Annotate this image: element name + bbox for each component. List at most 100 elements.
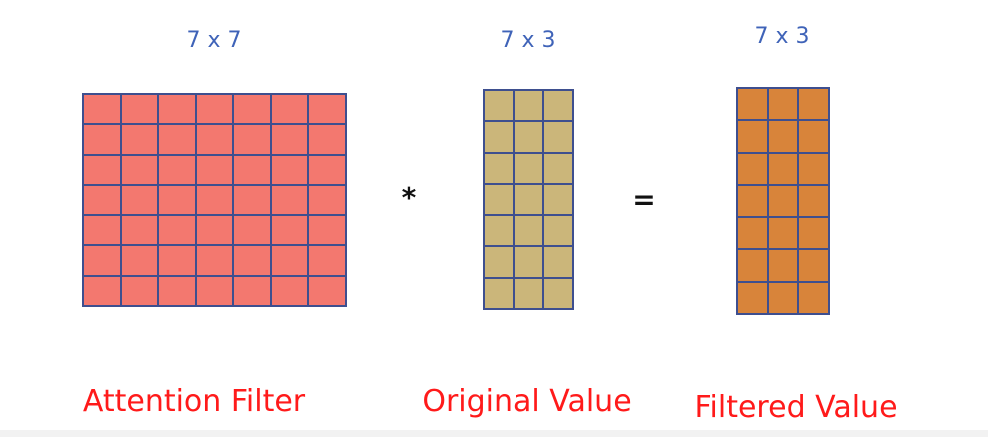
multiply-operator: * — [401, 181, 417, 214]
attention-filter-cell — [121, 216, 158, 245]
attention-filter-cell — [234, 185, 270, 215]
attention-filter-cell — [196, 276, 233, 305]
attention-filter-cell — [159, 95, 195, 124]
attention-filter-cell — [121, 246, 158, 275]
original-value-cell — [514, 216, 543, 246]
attention-filter-cell — [84, 276, 120, 305]
original-value-cell — [485, 184, 513, 215]
attention-filter-cell — [234, 95, 270, 124]
filtered-value-cell — [799, 218, 828, 249]
attention-filter-cell — [159, 276, 195, 305]
filtered-value-cell — [768, 89, 798, 120]
filtered-value-dimension-label: 7 x 3 — [754, 24, 810, 49]
original-value-caption: Original Value — [422, 384, 632, 419]
attention-filter-cell — [84, 125, 120, 154]
bottom-strip — [0, 430, 988, 437]
attention-filter-cell — [159, 125, 195, 154]
attention-filter-cell — [271, 216, 308, 245]
original-value-cell — [544, 216, 572, 246]
original-value-cell — [544, 91, 572, 121]
original-value-dimension-label: 7 x 3 — [500, 28, 556, 53]
original-value-cell — [485, 122, 513, 152]
filtered-value-cell — [738, 153, 767, 184]
original-value-cell — [485, 278, 513, 308]
original-value-cell — [514, 91, 543, 121]
attention-filter-cell — [84, 216, 120, 245]
attention-filter-cell — [121, 95, 158, 124]
original-value-cell — [544, 122, 572, 152]
attention-filter-cell — [159, 246, 195, 275]
original-value-cell — [485, 216, 513, 246]
attention-filter-cell — [234, 246, 270, 275]
filtered-value-cell — [768, 153, 798, 184]
original-value-cell — [544, 153, 572, 183]
attention-filter-cell — [121, 276, 158, 305]
attention-filter-cell — [196, 125, 233, 154]
original-value-cell — [544, 184, 572, 215]
original-value-cell — [485, 247, 513, 277]
filtered-value-cell — [768, 185, 798, 217]
filtered-value-cell — [738, 89, 767, 120]
attention-filter-cell — [84, 95, 120, 124]
original-value-cell — [485, 91, 513, 121]
filtered-value-cell — [768, 218, 798, 249]
attention-filter-cell — [271, 246, 308, 275]
attention-filter-cell — [84, 155, 120, 184]
matrix-multiplication-diagram: 7 x 7 Attention Filter * 7 x 3 Original … — [0, 0, 988, 437]
attention-filter-cell — [271, 155, 308, 184]
filtered-value-cell — [768, 250, 798, 281]
attention-filter-cell — [159, 155, 195, 184]
attention-filter-cell — [159, 185, 195, 215]
original-value-cell — [514, 153, 543, 183]
attention-filter-caption: Attention Filter — [82, 384, 306, 419]
attention-filter-cell — [121, 185, 158, 215]
filtered-value-cell — [799, 250, 828, 281]
filtered-value-cell — [738, 250, 767, 281]
attention-filter-cell — [84, 246, 120, 275]
attention-filter-cell — [234, 125, 270, 154]
original-value-cell — [514, 278, 543, 308]
attention-filter-cell — [196, 95, 233, 124]
attention-filter-cell — [196, 216, 233, 245]
attention-filter-cell — [234, 276, 270, 305]
filtered-value-cell — [768, 282, 798, 313]
filtered-value-caption: Filtered Value — [694, 390, 898, 425]
filtered-value-cell — [799, 153, 828, 184]
original-value-cell — [544, 247, 572, 277]
attention-filter-cell — [234, 216, 270, 245]
original-value-cell — [485, 153, 513, 183]
attention-filter-cell — [121, 125, 158, 154]
attention-filter-cell — [271, 125, 308, 154]
attention-filter-cell — [309, 125, 345, 154]
original-value-cell — [514, 247, 543, 277]
attention-filter-cell — [196, 246, 233, 275]
attention-filter-cell — [84, 185, 120, 215]
filtered-value-cell — [799, 89, 828, 120]
filtered-value-cell — [738, 218, 767, 249]
attention-filter-cell — [159, 216, 195, 245]
filtered-value-cell — [799, 121, 828, 152]
original-value-matrix — [483, 89, 574, 310]
filtered-value-cell — [768, 121, 798, 152]
attention-filter-matrix — [82, 93, 347, 307]
attention-filter-cell — [309, 95, 345, 124]
equals-operator: = — [632, 183, 656, 216]
attention-filter-cell — [309, 276, 345, 305]
attention-filter-cell — [271, 95, 308, 124]
filtered-value-cell — [738, 121, 767, 152]
filtered-value-cell — [799, 282, 828, 313]
original-value-cell — [514, 184, 543, 215]
attention-filter-cell — [271, 185, 308, 215]
attention-filter-cell — [196, 155, 233, 184]
attention-filter-cell — [309, 155, 345, 184]
original-value-cell — [514, 122, 543, 152]
original-value-cell — [544, 278, 572, 308]
attention-filter-dimension-label: 7 x 7 — [186, 28, 242, 53]
attention-filter-cell — [309, 185, 345, 215]
filtered-value-cell — [799, 185, 828, 217]
attention-filter-cell — [234, 155, 270, 184]
attention-filter-cell — [196, 185, 233, 215]
filtered-value-matrix — [736, 87, 830, 315]
attention-filter-cell — [271, 276, 308, 305]
filtered-value-cell — [738, 185, 767, 217]
